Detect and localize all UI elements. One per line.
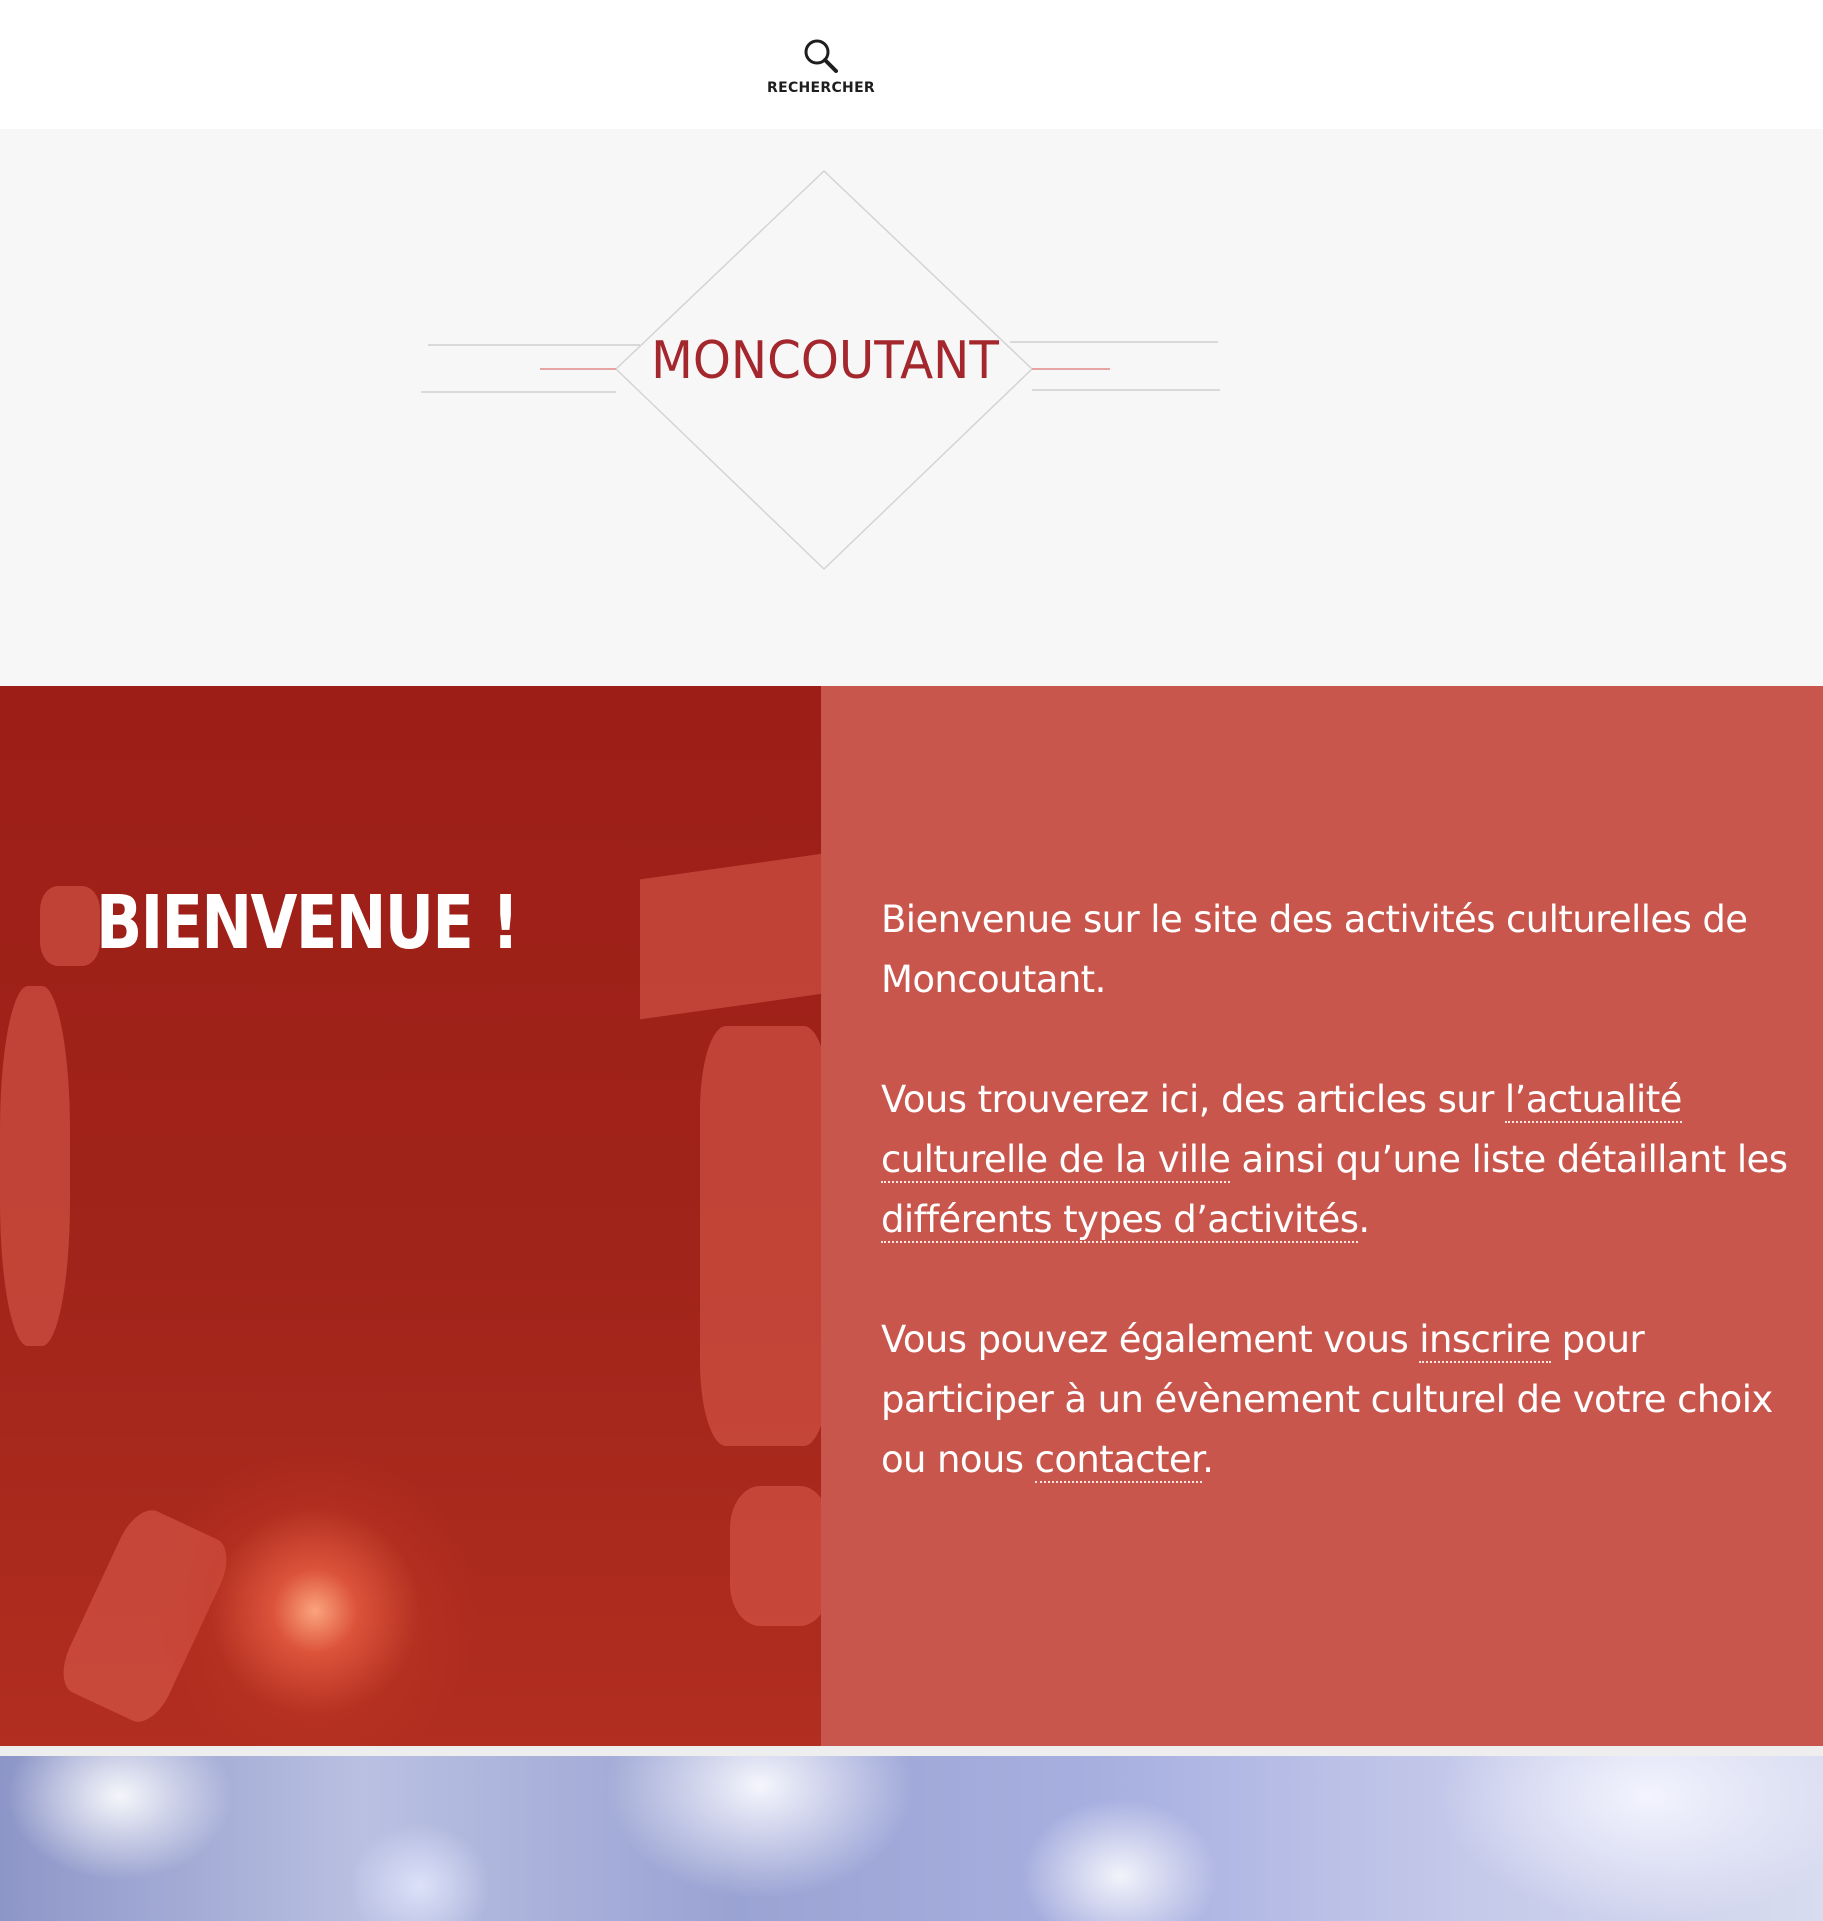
contact-link[interactable]: contacter [1034, 1438, 1203, 1483]
welcome-paragraph-1: Bienvenue sur le site des activités cult… [881, 898, 1748, 1001]
welcome-paragraph-2: Vous trouverez ici, des articles sur l’a… [881, 1078, 1788, 1243]
welcome-hero-image: BIENVENUE ! [0, 686, 821, 1746]
welcome-paragraph-3: Vous pouvez également vous inscrire pour… [881, 1318, 1773, 1483]
welcome-title: BIENVENUE ! [96, 880, 519, 966]
logo-band: MONCOUTANT [0, 129, 1823, 686]
site-logo[interactable]: MONCOUTANT [616, 335, 1035, 387]
register-link[interactable]: inscrire [1419, 1318, 1551, 1363]
top-bar: RECHERCHER [0, 0, 1823, 129]
logo-emblem [421, 169, 1220, 571]
search-label: RECHERCHER [767, 80, 876, 96]
bottom-banner-image [0, 1756, 1823, 1921]
search-button[interactable]: RECHERCHER [767, 36, 876, 102]
welcome-section: BIENVENUE ! Bienvenue sur le site des ac… [0, 686, 1823, 1746]
welcome-text: Bienvenue sur le site des activités cult… [881, 890, 1811, 1550]
activity-types-link[interactable]: différents types d’activités [881, 1198, 1359, 1243]
magnifier-icon [801, 36, 841, 76]
section-divider [0, 1746, 1823, 1756]
welcome-text-panel: Bienvenue sur le site des activités cult… [821, 686, 1823, 1746]
